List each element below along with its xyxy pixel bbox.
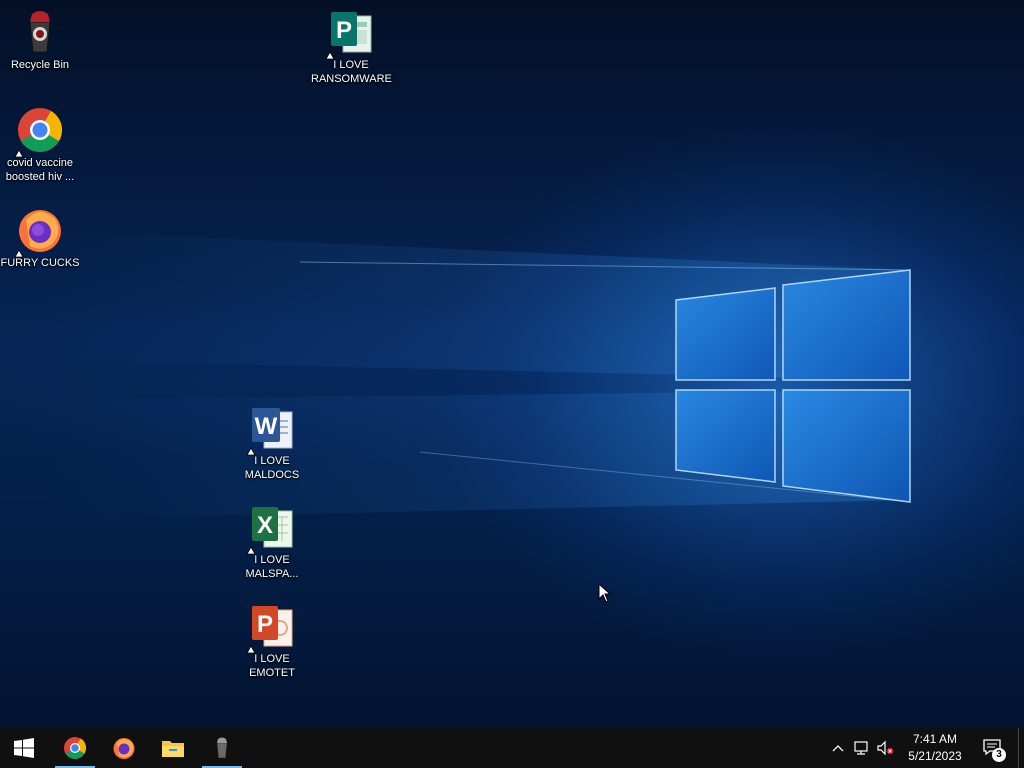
action-center-button[interactable]: 3 xyxy=(978,728,1010,768)
word-icon: W xyxy=(246,404,296,456)
clock[interactable]: 7:41 AM 5/21/2023 xyxy=(898,731,972,765)
desktop-icon-word-file[interactable]: W I LOVE MALDOCS xyxy=(232,404,312,482)
desktop-icon-chrome-shortcut[interactable]: covid vaccine boosted hiv ... xyxy=(0,106,80,184)
windows-logo-light xyxy=(40,230,911,520)
shortcut-arrow-icon xyxy=(14,149,24,158)
chrome-icon xyxy=(64,737,86,759)
desktop-icon-powerpoint-file[interactable]: P I LOVE EMOTET xyxy=(232,602,312,680)
svg-text:W: W xyxy=(255,413,278,440)
chrome-icon xyxy=(14,106,64,158)
desktop-icon-label: I LOVE MALDOCS xyxy=(244,455,300,481)
clock-date: 5/21/2023 xyxy=(908,749,962,763)
shortcut-arrow-icon xyxy=(246,546,256,555)
desktop-icon-label: Recycle Bin xyxy=(10,59,70,71)
shortcut-arrow-icon xyxy=(14,249,24,258)
desktop-icon-excel-file[interactable]: X I LOVE MALSPA... xyxy=(232,503,312,581)
svg-text:X: X xyxy=(257,512,273,539)
folder-icon xyxy=(162,741,184,757)
show-hidden-icons-button[interactable] xyxy=(828,728,848,768)
excel-icon: X xyxy=(246,503,296,555)
powerpoint-icon: P xyxy=(246,602,296,654)
windows-start-icon xyxy=(14,738,34,758)
firefox-icon xyxy=(113,738,135,759)
publisher-icon: P xyxy=(325,8,375,60)
network-icon xyxy=(854,741,868,755)
start-button[interactable] xyxy=(0,728,48,768)
svg-text:P: P xyxy=(257,611,273,638)
shortcut-arrow-icon xyxy=(246,447,256,456)
volume-muted-icon xyxy=(877,740,894,756)
desktop-icon-label: I LOVE RANSOMWARE xyxy=(311,59,392,85)
desktop-icon-label: I LOVE MALSPA... xyxy=(245,554,299,580)
chevron-up-icon xyxy=(832,745,844,752)
show-desktop-button[interactable] xyxy=(1018,728,1024,768)
shortcut-arrow-icon xyxy=(246,645,256,654)
taskbar-firefox-button[interactable] xyxy=(100,728,148,768)
recycle-bin-icon xyxy=(216,737,228,759)
network-button[interactable] xyxy=(850,728,872,768)
desktop-icon-publisher-file[interactable]: P I LOVE RANSOMWARE xyxy=(311,8,392,86)
taskbar-chrome-button[interactable] xyxy=(51,728,99,768)
desktop-icon-label: I LOVE EMOTET xyxy=(249,653,295,679)
svg-text:P: P xyxy=(336,17,352,44)
taskbar-file-explorer-button[interactable] xyxy=(149,728,197,768)
mouse-cursor-icon xyxy=(598,583,612,603)
recycle-bin-icon xyxy=(16,8,64,56)
volume-button[interactable] xyxy=(874,728,896,768)
desktop-icon-label: FURRY CUCKS xyxy=(0,257,80,269)
shortcut-arrow-icon xyxy=(325,51,335,60)
firefox-icon xyxy=(14,206,64,258)
clock-time: 7:41 AM xyxy=(912,732,958,746)
desktop-wallpaper xyxy=(0,0,1024,728)
desktop-icon-firefox-shortcut[interactable]: FURRY CUCKS xyxy=(0,206,80,270)
desktop-icon-recycle-bin[interactable]: Recycle Bin xyxy=(0,8,80,72)
taskbar: 7:41 AM 5/21/2023 3 xyxy=(0,728,1024,768)
desktop-icon-label: covid vaccine boosted hiv ... xyxy=(5,157,75,183)
notification-count-badge: 3 xyxy=(992,748,1006,762)
taskbar-recycle-app-button[interactable] xyxy=(198,728,246,768)
